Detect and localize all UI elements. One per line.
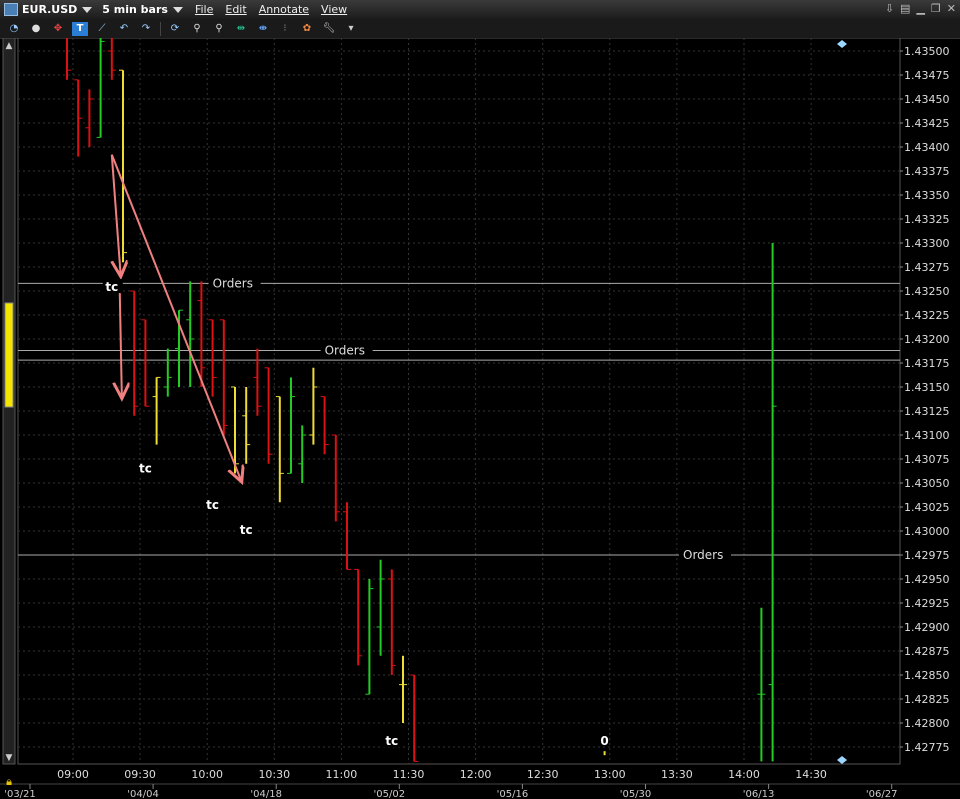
y-tick-label: 1.42950: [904, 573, 950, 586]
order-label: Orders: [325, 344, 365, 358]
x-tick-label: 14:00: [728, 768, 760, 781]
close-icon[interactable]: ✕: [947, 2, 956, 15]
y-tick-label: 1.43325: [904, 213, 950, 226]
restore-icon[interactable]: ❐: [931, 2, 941, 15]
y-tick-label: 1.42850: [904, 669, 950, 682]
date-tick-label: '06/27: [866, 789, 898, 799]
layout-icon[interactable]: ⁝: [277, 22, 293, 36]
price-chart[interactable]: Orders Orders Orders tc tc tc tc tc 0 1.43500 1.…: [0, 38, 960, 799]
grid-layer: [17, 38, 901, 765]
x-tick-label: 13:00: [594, 768, 626, 781]
clock-icon[interactable]: ◔: [6, 22, 22, 36]
y-tick-label: 1.42975: [904, 549, 950, 562]
menu-edit[interactable]: Edit: [225, 3, 246, 16]
chart-toolbar: ◔ ● ✥ T ⟋ ↶ ↷ ⟳ ⚲ ⚲ ⇹ ⇼ ⁝ ✿ 🔧︎ ▾: [0, 19, 960, 39]
line-tool-icon[interactable]: ⟋: [94, 22, 110, 36]
date-tick-label: '05/02: [374, 789, 406, 799]
detach-icon[interactable]: ▤: [900, 2, 910, 15]
refresh-icon[interactable]: ⟳: [167, 22, 183, 36]
y-tick-label: 1.43450: [904, 93, 950, 106]
y-tick-label: 1.43150: [904, 381, 950, 394]
bar-size-selector[interactable]: 5 min bars: [102, 3, 168, 16]
symbol-selector[interactable]: EUR.USD: [22, 3, 77, 16]
date-tick-label: '06/13: [743, 789, 775, 799]
crosshair-icon[interactable]: ✥: [50, 22, 66, 36]
x-tick-label: 11:00: [326, 768, 358, 781]
dropdown-icon[interactable]: ▾: [343, 22, 359, 36]
y-tick-label: 1.43175: [904, 357, 950, 370]
zero-marker: [603, 751, 606, 756]
fit-icon[interactable]: ⇹: [233, 22, 249, 36]
y-tick-label: 1.43050: [904, 477, 950, 490]
chart-window-icon: [4, 3, 18, 16]
menu-view[interactable]: View: [321, 3, 347, 16]
zero-label: 0: [600, 734, 608, 748]
symbol-dropdown-icon[interactable]: [82, 6, 93, 13]
scrollbar-thumb: [4, 302, 14, 408]
date-tick-label: '05/30: [620, 789, 652, 799]
menu-annotate[interactable]: Annotate: [259, 3, 309, 16]
pin-icon[interactable]: ⇩: [885, 2, 894, 15]
y-tick-label: 1.42800: [904, 717, 950, 730]
x-tick-label: 12:00: [460, 768, 492, 781]
y-tick-label: 1.42775: [904, 741, 950, 754]
title-bar: EUR.USD 5 min bars File Edit Annotate Vi…: [0, 0, 960, 20]
toolbar-divider: [160, 21, 161, 36]
y-tick-label: 1.43350: [904, 189, 950, 202]
x-tick-label: 09:00: [57, 768, 89, 781]
y-tick-label: 1.43200: [904, 333, 950, 346]
wrench-icon[interactable]: 🔧︎: [321, 22, 337, 36]
tc-label: tc: [240, 523, 253, 537]
y-tick-label: 1.42900: [904, 621, 950, 634]
y-tick-label: 1.43500: [904, 45, 950, 58]
x-tick-label: 14:30: [795, 768, 827, 781]
y-tick-label: 1.43375: [904, 165, 950, 178]
y-tick-label: 1.43250: [904, 285, 950, 298]
minimize-icon[interactable]: ▁: [916, 2, 924, 15]
y-tick-label: 1.43075: [904, 453, 950, 466]
tc-label: tc: [385, 734, 398, 748]
y-tick-label: 1.42875: [904, 645, 950, 658]
y-tick-label: 1.43225: [904, 309, 950, 322]
date-tick-label: '04/18: [250, 789, 282, 799]
tc-label: tc: [105, 280, 118, 294]
lock-icon: 🔒︎: [6, 775, 12, 788]
y-tick-label: 1.43275: [904, 261, 950, 274]
menu-file[interactable]: File: [195, 3, 213, 16]
record-icon[interactable]: ●: [28, 22, 44, 36]
x-tick-label: 10:00: [191, 768, 223, 781]
x-tick-label: 13:30: [661, 768, 693, 781]
x-tick-label: 11:30: [393, 768, 425, 781]
y-tick-label: 1.43000: [904, 525, 950, 538]
date-tick-label: '05/16: [497, 789, 529, 799]
date-tick-label: '04/04: [127, 789, 159, 799]
order-label: Orders: [683, 548, 723, 562]
scroll-down-icon: ▼: [6, 753, 13, 763]
y-tick-label: 1.42825: [904, 693, 950, 706]
date-tick-label: '03/21: [4, 789, 36, 799]
y-tick-label: 1.43425: [904, 117, 950, 130]
x-tick-label: 10:30: [258, 768, 290, 781]
text-tool-icon[interactable]: T: [72, 21, 88, 36]
y-tick-label: 1.43400: [904, 141, 950, 154]
y-tick-label: 1.43100: [904, 429, 950, 442]
scroll-up-icon: ▲: [6, 41, 13, 51]
expand-icon[interactable]: ⇼: [255, 22, 271, 36]
tc-label: tc: [206, 498, 219, 512]
y-tick-label: 1.42925: [904, 597, 950, 610]
x-tick-label: 12:30: [527, 768, 559, 781]
color-picker-icon[interactable]: ✿: [299, 22, 315, 36]
y-tick-label: 1.43300: [904, 237, 950, 250]
order-label: Orders: [213, 276, 253, 290]
redo-icon[interactable]: ↷: [138, 22, 154, 36]
zoom-in-icon[interactable]: ⚲: [189, 22, 205, 36]
y-tick-label: 1.43025: [904, 501, 950, 514]
undo-icon[interactable]: ↶: [116, 22, 132, 36]
y-tick-label: 1.43125: [904, 405, 950, 418]
tc-label: tc: [139, 462, 152, 476]
zoom-out-icon[interactable]: ⚲: [211, 22, 227, 36]
x-tick-label: 09:30: [124, 768, 156, 781]
y-tick-label: 1.43475: [904, 69, 950, 82]
bar-size-dropdown-icon[interactable]: [172, 6, 183, 13]
